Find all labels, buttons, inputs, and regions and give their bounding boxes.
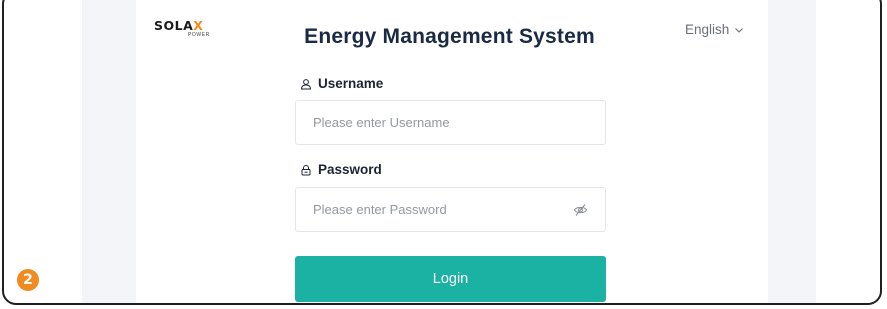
eye-off-icon[interactable] bbox=[573, 203, 588, 217]
username-field[interactable] bbox=[295, 100, 606, 145]
lock-icon bbox=[301, 164, 311, 175]
login-button[interactable]: Login bbox=[295, 256, 606, 302]
password-label: Password bbox=[300, 162, 382, 177]
password-field[interactable] bbox=[295, 187, 606, 232]
step-number-badge: 2 bbox=[17, 269, 39, 291]
page-title: Energy Management System bbox=[304, 25, 595, 48]
username-input[interactable] bbox=[313, 101, 563, 144]
username-label: Username bbox=[300, 76, 383, 91]
user-icon bbox=[300, 78, 312, 89]
password-input[interactable] bbox=[313, 188, 563, 231]
